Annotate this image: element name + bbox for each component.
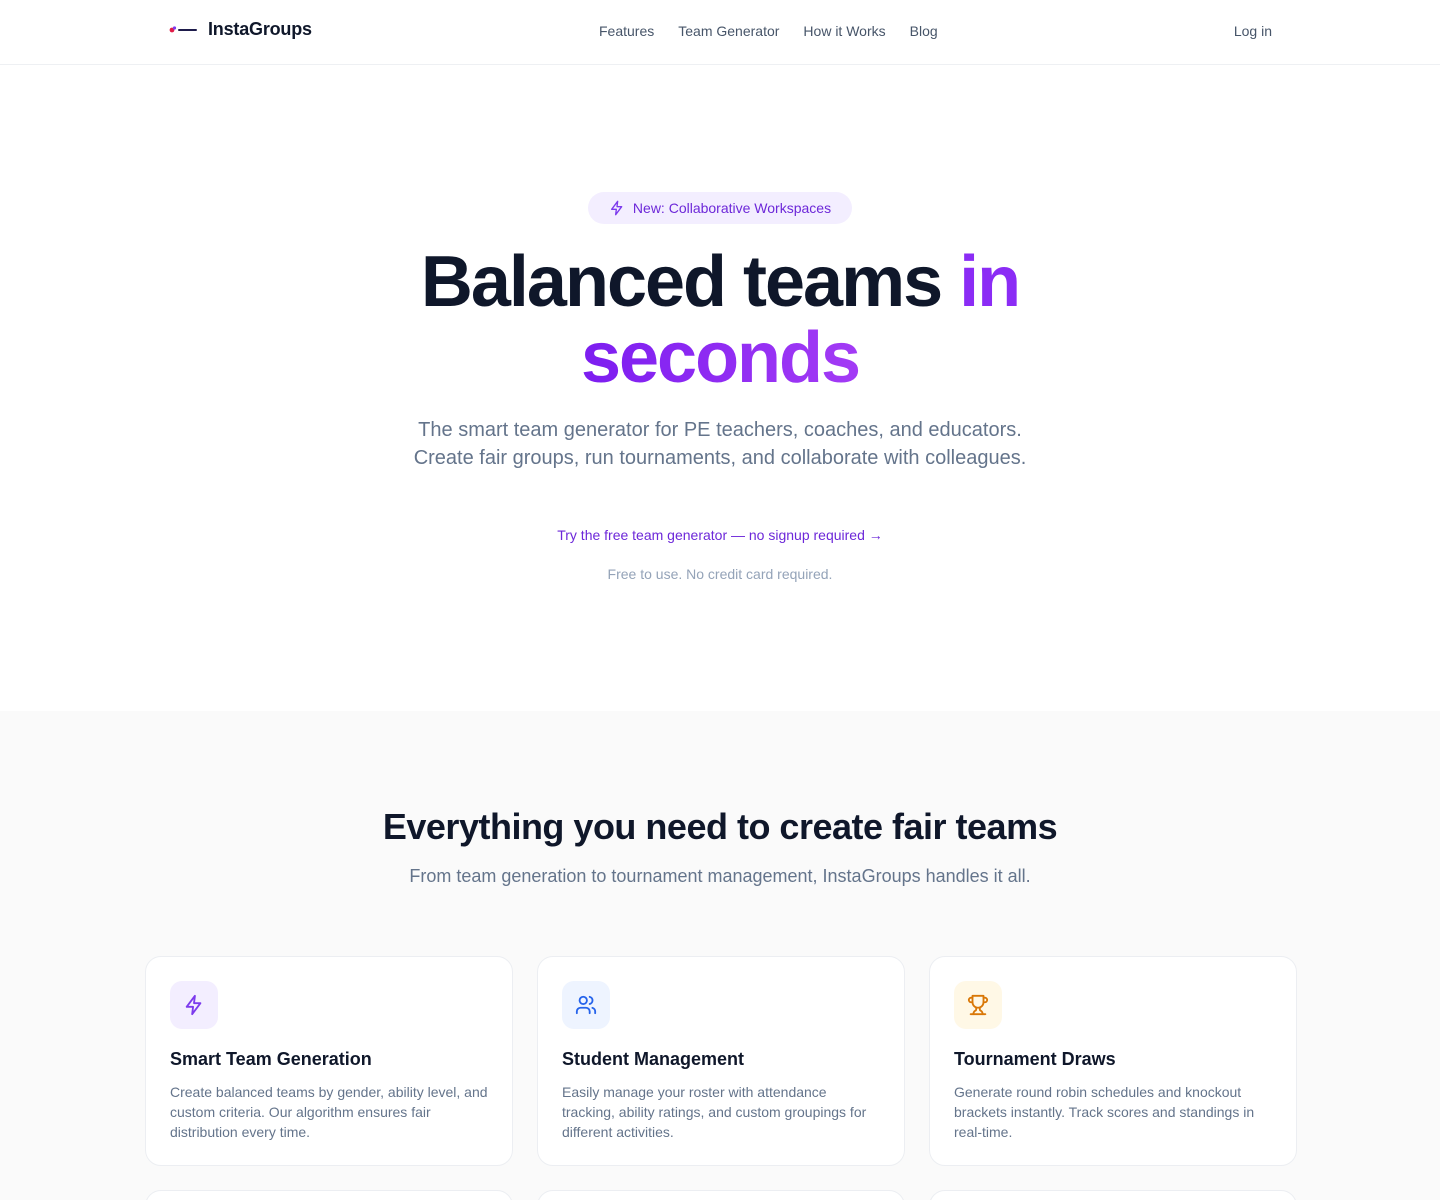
hero-title: Balanced teams in seconds (0, 244, 1440, 396)
hero-subtitle-line2: Create fair groups, run tournaments, and… (413, 447, 1027, 469)
login-link[interactable]: Log in (1234, 23, 1272, 39)
feature-card-tournament-draws: Tournament Draws Generate round robin sc… (929, 956, 1297, 1166)
feature-title: Tournament Draws (954, 1049, 1116, 1069)
users-icon (575, 995, 597, 1015)
brand-link[interactable]: InstaGroups (168, 19, 312, 40)
zap-icon (185, 994, 202, 1016)
hero-subtitle-line1: The smart team generator for PE teachers… (418, 419, 1022, 441)
features-subtitle: From team generation to tournament manag… (409, 866, 1031, 886)
feature-description: Create balanced teams by gender, ability… (170, 1084, 488, 1140)
feature-title: Student Management (562, 1049, 745, 1069)
hero-title-accent-in: in (959, 242, 1021, 322)
announcement-badge[interactable]: New: Collaborative Workspaces (588, 192, 852, 224)
nav-how-it-works[interactable]: How it Works (803, 23, 885, 39)
hero-subtitle: The smart team generator for PE teachers… (0, 416, 1440, 472)
main-nav: Features Team Generator How it Works Blo… (599, 23, 938, 39)
hero-title-main: Balanced teams (420, 242, 960, 322)
feature-card-partial (929, 1190, 1297, 1200)
feature-description: Easily manage your roster with attendanc… (562, 1084, 867, 1140)
hero-cta-wrapper: Try the free team generator — no signup … (0, 527, 1440, 545)
brand-name: InstaGroups (208, 19, 312, 39)
feature-description: Generate round robin schedules and knock… (954, 1084, 1255, 1140)
nav-features[interactable]: Features (599, 23, 654, 39)
nav-team-generator[interactable]: Team Generator (678, 23, 779, 39)
hero-title-accent-seconds: seconds (580, 318, 861, 398)
feature-icon-wrapper (170, 981, 218, 1029)
features-section: Everything you need to create fair teams… (0, 711, 1440, 1200)
trophy-icon (967, 994, 989, 1016)
instagroups-logo-icon (169, 25, 197, 32)
feature-card-partial (537, 1190, 905, 1200)
feature-icon-wrapper (562, 981, 610, 1029)
hero-note: Free to use. No credit card required. (607, 566, 833, 582)
feature-card-student-management: Student Management Easily manage your ro… (537, 956, 905, 1166)
nav-blog[interactable]: Blog (910, 23, 938, 39)
feature-icon-wrapper (954, 981, 1002, 1029)
try-generator-link[interactable]: Try the free team generator — no signup … (557, 527, 883, 543)
features-title: Everything you need to create fair teams (382, 806, 1058, 847)
feature-card-smart-team-generation: Smart Team Generation Create balanced te… (145, 956, 513, 1166)
badge-text: New: Collaborative Workspaces (632, 200, 832, 216)
zap-icon (610, 200, 623, 216)
feature-card-partial (145, 1190, 513, 1200)
site-header: InstaGroups Features Team Generator How … (0, 0, 1440, 65)
feature-title: Smart Team Generation (170, 1049, 372, 1069)
